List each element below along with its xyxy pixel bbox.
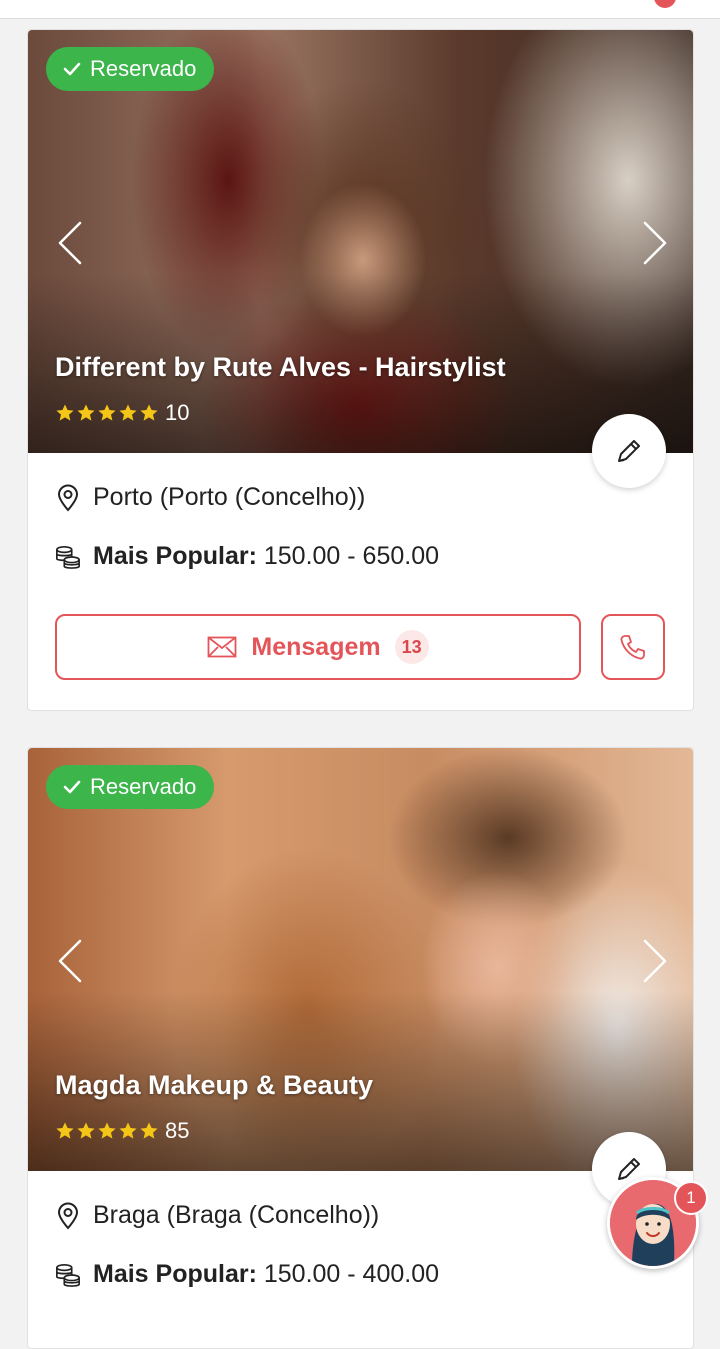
prev-photo-button[interactable] <box>50 936 90 986</box>
check-icon <box>63 62 81 76</box>
reserved-badge: Reservado <box>46 47 215 91</box>
call-button[interactable] <box>601 614 665 680</box>
price-label: Mais Popular: <box>93 1260 257 1288</box>
message-button[interactable]: Mensagem 13 <box>55 614 581 680</box>
vendor-price: Mais Popular: 150.00 - 400.00 <box>55 1260 439 1289</box>
star-icon <box>119 404 137 421</box>
vendor-location: Braga (Braga (Concelho)) <box>55 1201 379 1230</box>
next-photo-button[interactable] <box>635 218 675 268</box>
star-icon <box>140 404 158 421</box>
price-value: 150.00 - 650.00 <box>263 542 440 570</box>
vendor-card[interactable]: Reservado Magda Makeup & Beauty 85 Braga… <box>27 747 694 1349</box>
chevron-right-icon <box>643 939 667 983</box>
chevron-left-icon <box>58 939 82 983</box>
star-icon <box>140 1122 158 1139</box>
chat-unread-badge: 1 <box>674 1181 708 1215</box>
envelope-icon <box>207 636 237 658</box>
vendor-photo[interactable]: Reservado Magda Makeup & Beauty 85 <box>28 748 693 1171</box>
vendor-location: Porto (Porto (Concelho)) <box>55 483 365 512</box>
vendor-name[interactable]: Different by Rute Alves - Hairstylist <box>55 352 506 383</box>
vendor-price: Mais Popular: 150.00 - 650.00 <box>55 542 439 571</box>
location-text: Porto (Porto (Concelho)) <box>93 483 366 511</box>
reserved-badge: Reservado <box>46 765 215 809</box>
chevron-right-icon <box>643 221 667 265</box>
rating-stars <box>55 403 159 423</box>
review-count: 10 <box>165 400 190 425</box>
vendor-name[interactable]: Magda Makeup & Beauty <box>55 1070 373 1101</box>
vendor-rating: 10 <box>55 400 189 426</box>
notification-dot[interactable] <box>654 0 676 8</box>
star-icon <box>56 404 74 421</box>
badge-label: Reservado <box>90 56 197 81</box>
top-bar <box>0 0 720 19</box>
star-icon <box>77 404 95 421</box>
coins-icon <box>56 1263 80 1287</box>
location-pin-icon <box>57 1202 79 1229</box>
star-icon <box>98 1122 116 1139</box>
star-icon <box>77 1122 95 1139</box>
star-icon <box>119 1122 137 1139</box>
chevron-left-icon <box>58 221 82 265</box>
message-label: Mensagem <box>251 632 381 661</box>
next-photo-button[interactable] <box>635 936 675 986</box>
prev-photo-button[interactable] <box>50 218 90 268</box>
location-text: Braga (Braga (Concelho)) <box>93 1201 380 1229</box>
pencil-icon <box>618 440 640 462</box>
location-pin-icon <box>57 484 79 511</box>
check-icon <box>63 780 81 794</box>
vendor-photo[interactable]: Reservado Different by Rute Alves - Hair… <box>28 30 693 453</box>
review-count: 85 <box>165 1118 190 1143</box>
star-icon <box>56 1122 74 1139</box>
badge-label: Reservado <box>90 774 197 799</box>
star-icon <box>98 404 116 421</box>
rating-stars <box>55 1121 159 1141</box>
coins-icon <box>56 545 80 569</box>
message-count-badge: 13 <box>394 630 429 664</box>
vendor-card[interactable]: Reservado Different by Rute Alves - Hair… <box>27 29 694 711</box>
price-label: Mais Popular: <box>93 542 257 570</box>
edit-note-button[interactable] <box>592 414 666 488</box>
vendor-rating: 85 <box>55 1118 189 1144</box>
price-value: 150.00 - 400.00 <box>263 1260 440 1288</box>
phone-icon <box>620 635 645 660</box>
